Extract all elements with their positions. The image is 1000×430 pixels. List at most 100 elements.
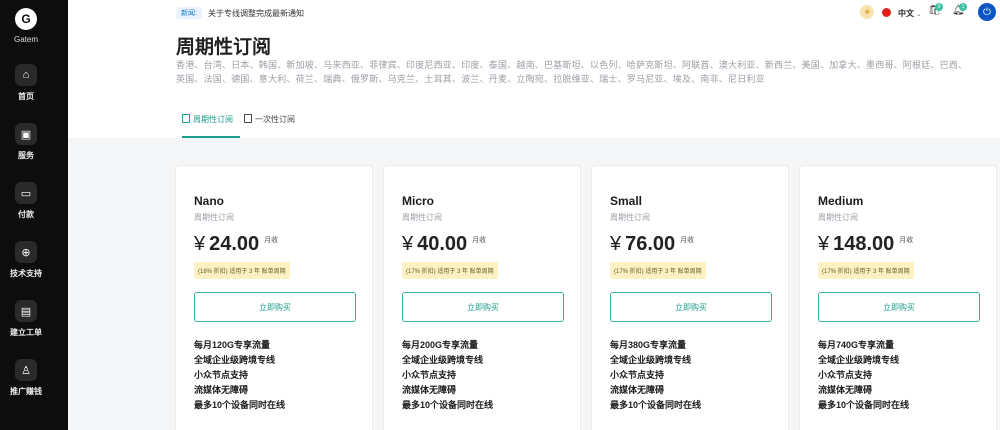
language-label: 中文 xyxy=(898,9,914,18)
feature-item: 小众节点支持 xyxy=(818,370,873,380)
china-flag-icon xyxy=(882,8,891,17)
tab-recurring[interactable]: 周期性订阅 xyxy=(182,114,240,138)
feature-item: 流媒体无障碍 xyxy=(818,385,873,395)
currency-symbol: ¥ xyxy=(194,233,206,255)
feature-item: 全域企业级跨境专线 xyxy=(610,355,692,365)
brand-name: Gatem xyxy=(13,35,38,44)
calendar-icon xyxy=(182,114,190,123)
price: ¥ 148.00 月收 xyxy=(818,232,913,256)
feature-item: 小众节点支持 xyxy=(610,370,665,380)
feature-item: 每月740G专享流量 xyxy=(818,340,895,350)
feature-item: 最多10个设备同时在线 xyxy=(818,400,910,410)
sidebar-item-payment[interactable]: ▭ 付款 xyxy=(0,182,52,220)
buy-now-button[interactable]: 立即购买 xyxy=(194,292,356,322)
plan-subtitle: 周期性订阅 xyxy=(610,213,650,222)
credit-card-icon: ▭ xyxy=(15,182,37,204)
feature-item: 流媒体无障碍 xyxy=(402,385,457,395)
notification-count-badge: 1 xyxy=(959,3,967,11)
tab-one-time[interactable]: 一次性订阅 xyxy=(244,114,304,138)
chevron-down-icon: ⌄ xyxy=(916,12,922,18)
buy-now-button[interactable]: 立即购买 xyxy=(610,292,772,322)
sidebar-item-label: 付款 xyxy=(18,210,34,219)
price-amount: 24.00 xyxy=(209,233,260,255)
sidebar-item-referral[interactable]: ♙ 推广赚钱 xyxy=(0,359,52,397)
tab-label: 一次性订阅 xyxy=(255,115,295,124)
sidebar-item-ticket[interactable]: ▤ 建立工单 xyxy=(0,300,52,338)
feature-item: 每月380G专享流量 xyxy=(610,340,687,350)
user-plus-icon: ♙ xyxy=(15,359,37,381)
page-header: 周期性订阅 香港、台湾、日本、韩国、新加坡、马来西亚、菲律宾、印度尼西亚、印度、… xyxy=(68,26,1000,138)
currency-symbol: ¥ xyxy=(610,233,622,255)
region-list: 香港、台湾、日本、韩国、新加坡、马来西亚、菲律宾、印度尼西亚、印度、泰国、越南、… xyxy=(176,60,968,84)
plan-subtitle: 周期性订阅 xyxy=(402,213,442,222)
page-title: 周期性订阅 xyxy=(176,37,272,58)
price: ¥ 76.00 月收 xyxy=(610,232,694,256)
logo[interactable]: G xyxy=(15,8,37,30)
discount-badge: (18% 折扣) 适用于 3 年 账单周期 xyxy=(194,262,290,279)
news-link[interactable]: 关于专线调整完成最新通知 xyxy=(208,8,304,19)
home-icon: ⌂ xyxy=(15,64,37,86)
sidebar-item-home[interactable]: ⌂ 首页 xyxy=(0,64,52,102)
plan-name: Small xyxy=(610,194,643,208)
sidebar-item-label: 技术支持 xyxy=(10,269,42,278)
feature-list: 每月380G专享流量 全域企业级跨境专线 小众节点支持 流媒体无障碍 最多10个… xyxy=(610,338,701,413)
price-amount: 148.00 xyxy=(833,233,895,255)
feature-item: 全域企业级跨境专线 xyxy=(194,355,276,365)
currency-symbol: ¥ xyxy=(402,233,414,255)
price: ¥ 24.00 月收 xyxy=(194,232,278,256)
power-icon[interactable]: ⏻ xyxy=(978,3,996,21)
news-badge: 新闻: xyxy=(176,7,202,19)
discount-badge: (17% 折扣) 适用于 3 年 账单周期 xyxy=(610,262,706,279)
ticket-icon: ▤ xyxy=(15,300,37,322)
calendar-icon xyxy=(244,114,252,123)
feature-item: 最多10个设备同时在线 xyxy=(610,400,702,410)
top-bar: 新闻: 关于专线调整完成最新通知 ☀ 中文 ⌄ 🛍︎ 0 🔔︎ 1 ⏻ xyxy=(68,0,1000,26)
feature-item: 小众节点支持 xyxy=(194,370,249,380)
plan-subtitle: 周期性订阅 xyxy=(194,213,234,222)
billing-period: 月收 xyxy=(680,237,695,244)
cart-count-badge: 0 xyxy=(935,3,943,11)
plan-name: Micro xyxy=(402,194,435,208)
buy-now-button[interactable]: 立即购买 xyxy=(818,292,980,322)
price-amount: 40.00 xyxy=(417,233,468,255)
feature-item: 每月120G专享流量 xyxy=(194,340,271,350)
notifications-button[interactable]: 🔔︎ 1 xyxy=(952,3,967,16)
plan-card-small: Small 周期性订阅 ¥ 76.00 月收 (17% 折扣) 适用于 3 年 … xyxy=(591,165,789,430)
discount-badge: (17% 折扣) 适用于 3 年 账单周期 xyxy=(402,262,498,279)
package-icon: ▣ xyxy=(15,123,37,145)
currency-symbol: ¥ xyxy=(818,233,830,255)
feature-list: 每月200G专享流量 全域企业级跨境专线 小众节点支持 流媒体无障碍 最多10个… xyxy=(402,338,493,413)
feature-list: 每月740G专享流量 全域企业级跨境专线 小众节点支持 流媒体无障碍 最多10个… xyxy=(818,338,909,413)
feature-item: 每月200G专享流量 xyxy=(402,340,479,350)
plan-subtitle: 周期性订阅 xyxy=(818,213,858,222)
sidebar-item-label: 服务 xyxy=(18,151,34,160)
sidebar: G Gatem ⌂ 首页 ▣ 服务 ▭ 付款 ⊕ 技术支持 ▤ 建立工单 ♙ 推… xyxy=(0,0,68,430)
cart-button[interactable]: 🛍︎ 0 xyxy=(928,3,943,16)
billing-period: 月收 xyxy=(899,237,914,244)
feature-item: 最多10个设备同时在线 xyxy=(402,400,494,410)
theme-toggle-icon[interactable]: ☀ xyxy=(860,5,874,19)
feature-item: 最多10个设备同时在线 xyxy=(194,400,286,410)
language-selector[interactable]: 中文 ⌄ xyxy=(898,8,921,19)
discount-badge: (17% 折扣) 适用于 3 年 账单周期 xyxy=(818,262,914,279)
tab-label: 周期性订阅 xyxy=(193,115,233,124)
sidebar-item-label: 首页 xyxy=(18,92,34,101)
feature-item: 流媒体无障碍 xyxy=(610,385,665,395)
feature-item: 全域企业级跨境专线 xyxy=(402,355,484,365)
plan-name: Medium xyxy=(818,194,864,208)
plan-card-medium: Medium 周期性订阅 ¥ 148.00 月收 (17% 折扣) 适用于 3 … xyxy=(799,165,997,430)
price: ¥ 40.00 月收 xyxy=(402,232,486,256)
feature-list: 每月120G专享流量 全域企业级跨境专线 小众节点支持 流媒体无障碍 最多10个… xyxy=(194,338,285,413)
billing-period: 月收 xyxy=(264,237,279,244)
sidebar-item-services[interactable]: ▣ 服务 xyxy=(0,123,52,161)
sidebar-item-label: 推广赚钱 xyxy=(10,387,42,396)
feature-item: 全域企业级跨境专线 xyxy=(818,355,900,365)
buy-now-button[interactable]: 立即购买 xyxy=(402,292,564,322)
plan-name: Nano xyxy=(194,194,224,208)
sidebar-item-support[interactable]: ⊕ 技术支持 xyxy=(0,241,52,279)
feature-item: 小众节点支持 xyxy=(402,370,457,380)
sidebar-item-label: 建立工单 xyxy=(10,328,42,337)
plan-card-micro: Micro 周期性订阅 ¥ 40.00 月收 (17% 折扣) 适用于 3 年 … xyxy=(383,165,581,430)
feature-item: 流媒体无障碍 xyxy=(194,385,249,395)
globe-icon: ⊕ xyxy=(15,241,37,263)
